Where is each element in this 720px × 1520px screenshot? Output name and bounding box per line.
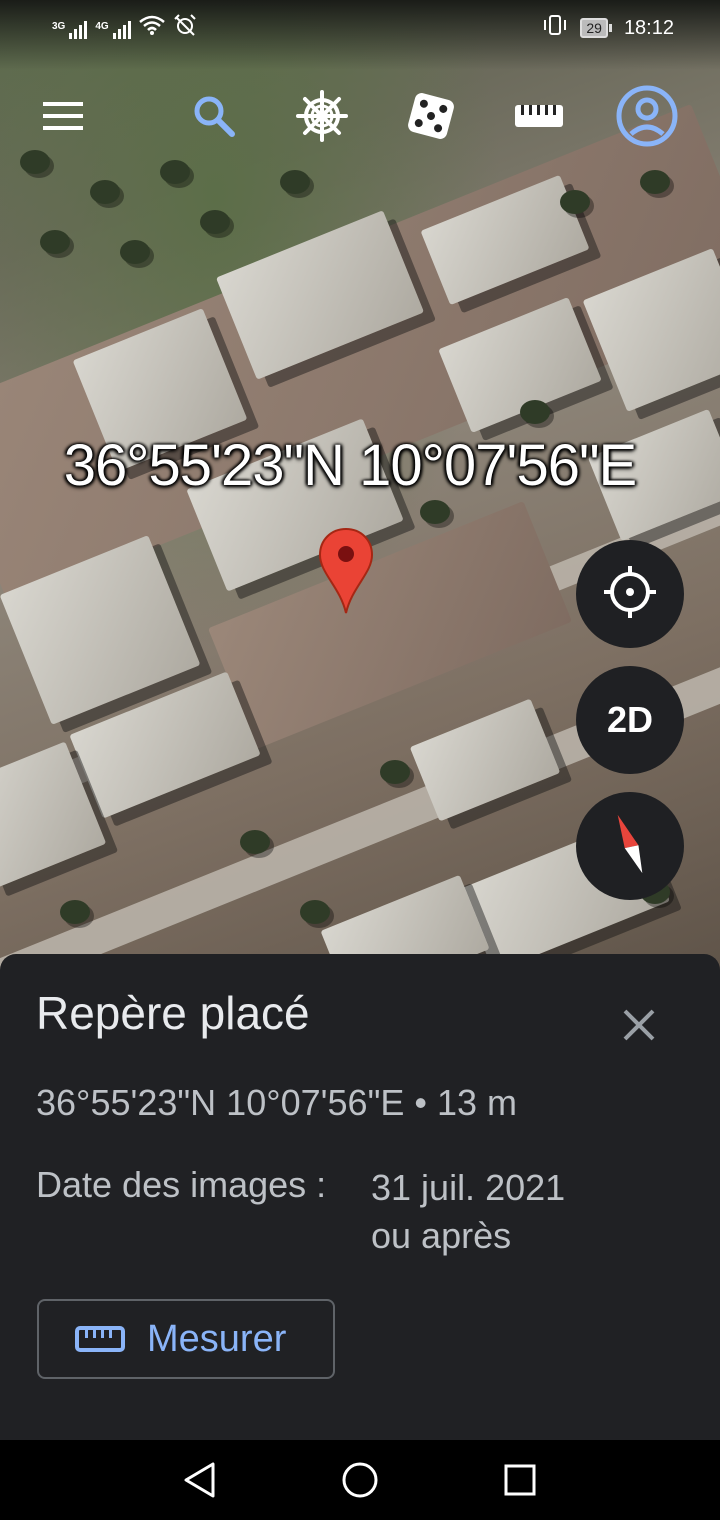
map-tree xyxy=(120,240,150,264)
my-location-button[interactable] xyxy=(576,540,684,648)
recents-square-icon xyxy=(503,1463,537,1502)
imagery-date-line2: ou après xyxy=(371,1215,512,1256)
measure-button-label: Mesurer xyxy=(147,1317,287,1360)
map-tree xyxy=(280,170,310,194)
compass-icon xyxy=(610,809,650,884)
map-tree xyxy=(240,830,270,854)
back-button[interactable] xyxy=(176,1458,224,1506)
vibrate-icon xyxy=(542,14,568,42)
alarm-off-icon xyxy=(173,14,197,39)
signal-3g-icon: 3G xyxy=(52,21,88,39)
battery-level: 29 xyxy=(580,18,608,38)
battery-icon: 29 xyxy=(580,18,612,38)
system-navigation-bar xyxy=(0,1440,720,1520)
clock: 18:12 xyxy=(623,16,674,39)
imagery-date-value: 31 juil. 2021 ou après xyxy=(371,1164,565,1260)
search-icon xyxy=(192,94,236,143)
menu-icon xyxy=(41,100,85,137)
map-tree xyxy=(560,190,590,214)
back-triangle-icon xyxy=(183,1462,217,1503)
close-button[interactable] xyxy=(612,1000,666,1054)
wifi-icon xyxy=(138,14,165,39)
menu-button[interactable] xyxy=(25,80,101,156)
signal-4g-icon: 4G xyxy=(95,21,131,39)
random-button[interactable] xyxy=(393,80,469,156)
map-tree xyxy=(40,230,70,254)
map-tree xyxy=(60,900,90,924)
recents-button[interactable] xyxy=(496,1458,544,1506)
account-icon xyxy=(615,84,679,153)
status-bar: 3G 4G 29 18:12 xyxy=(0,0,720,54)
map-tree xyxy=(520,400,550,424)
measure-tool-button[interactable] xyxy=(501,80,577,156)
network-type-label: 4G xyxy=(95,21,109,32)
placemark-pin-icon[interactable] xyxy=(318,527,374,620)
ruler-icon xyxy=(75,1326,125,1352)
map-tree xyxy=(200,210,230,234)
map-building xyxy=(409,698,561,822)
map-tree xyxy=(90,180,120,204)
imagery-date-line1: 31 juil. 2021 xyxy=(371,1167,566,1208)
compass-button[interactable] xyxy=(576,792,684,900)
map-tree xyxy=(160,160,190,184)
map-tree xyxy=(380,760,410,784)
sheet-title: Repère placé xyxy=(36,987,310,1039)
2d-3d-toggle-button[interactable]: 2D xyxy=(576,666,684,774)
account-button[interactable] xyxy=(609,80,685,156)
status-left: 3G 4G xyxy=(52,14,197,39)
network-type-label: 3G xyxy=(52,21,66,32)
close-icon xyxy=(622,1008,656,1047)
ruler-icon xyxy=(513,102,565,135)
placemark-info-sheet: Repère placé 36°55'23"N 10°07'56"E • 13 … xyxy=(0,954,720,1440)
status-right: 29 18:12 xyxy=(542,14,674,42)
voyager-icon xyxy=(296,89,348,147)
search-button[interactable] xyxy=(176,80,252,156)
imagery-date-label: Date des images : xyxy=(36,1164,327,1205)
my-location-icon xyxy=(602,564,658,625)
placemark-coordinates: 36°55'23"N 10°07'56"E • 13 m xyxy=(36,1082,518,1123)
home-circle-icon xyxy=(341,1461,379,1504)
map-tree xyxy=(420,500,450,524)
voyager-button[interactable] xyxy=(284,80,360,156)
measure-button[interactable]: Mesurer xyxy=(37,1299,335,1379)
map-tree xyxy=(640,170,670,194)
map-tree xyxy=(300,900,330,924)
map-coordinates-label: 36°55'23"N 10°07'56"E xyxy=(63,433,637,498)
view-mode-label: 2D xyxy=(606,699,654,740)
random-dice-icon xyxy=(405,90,457,147)
top-toolbar xyxy=(0,80,720,156)
home-button[interactable] xyxy=(336,1458,384,1506)
